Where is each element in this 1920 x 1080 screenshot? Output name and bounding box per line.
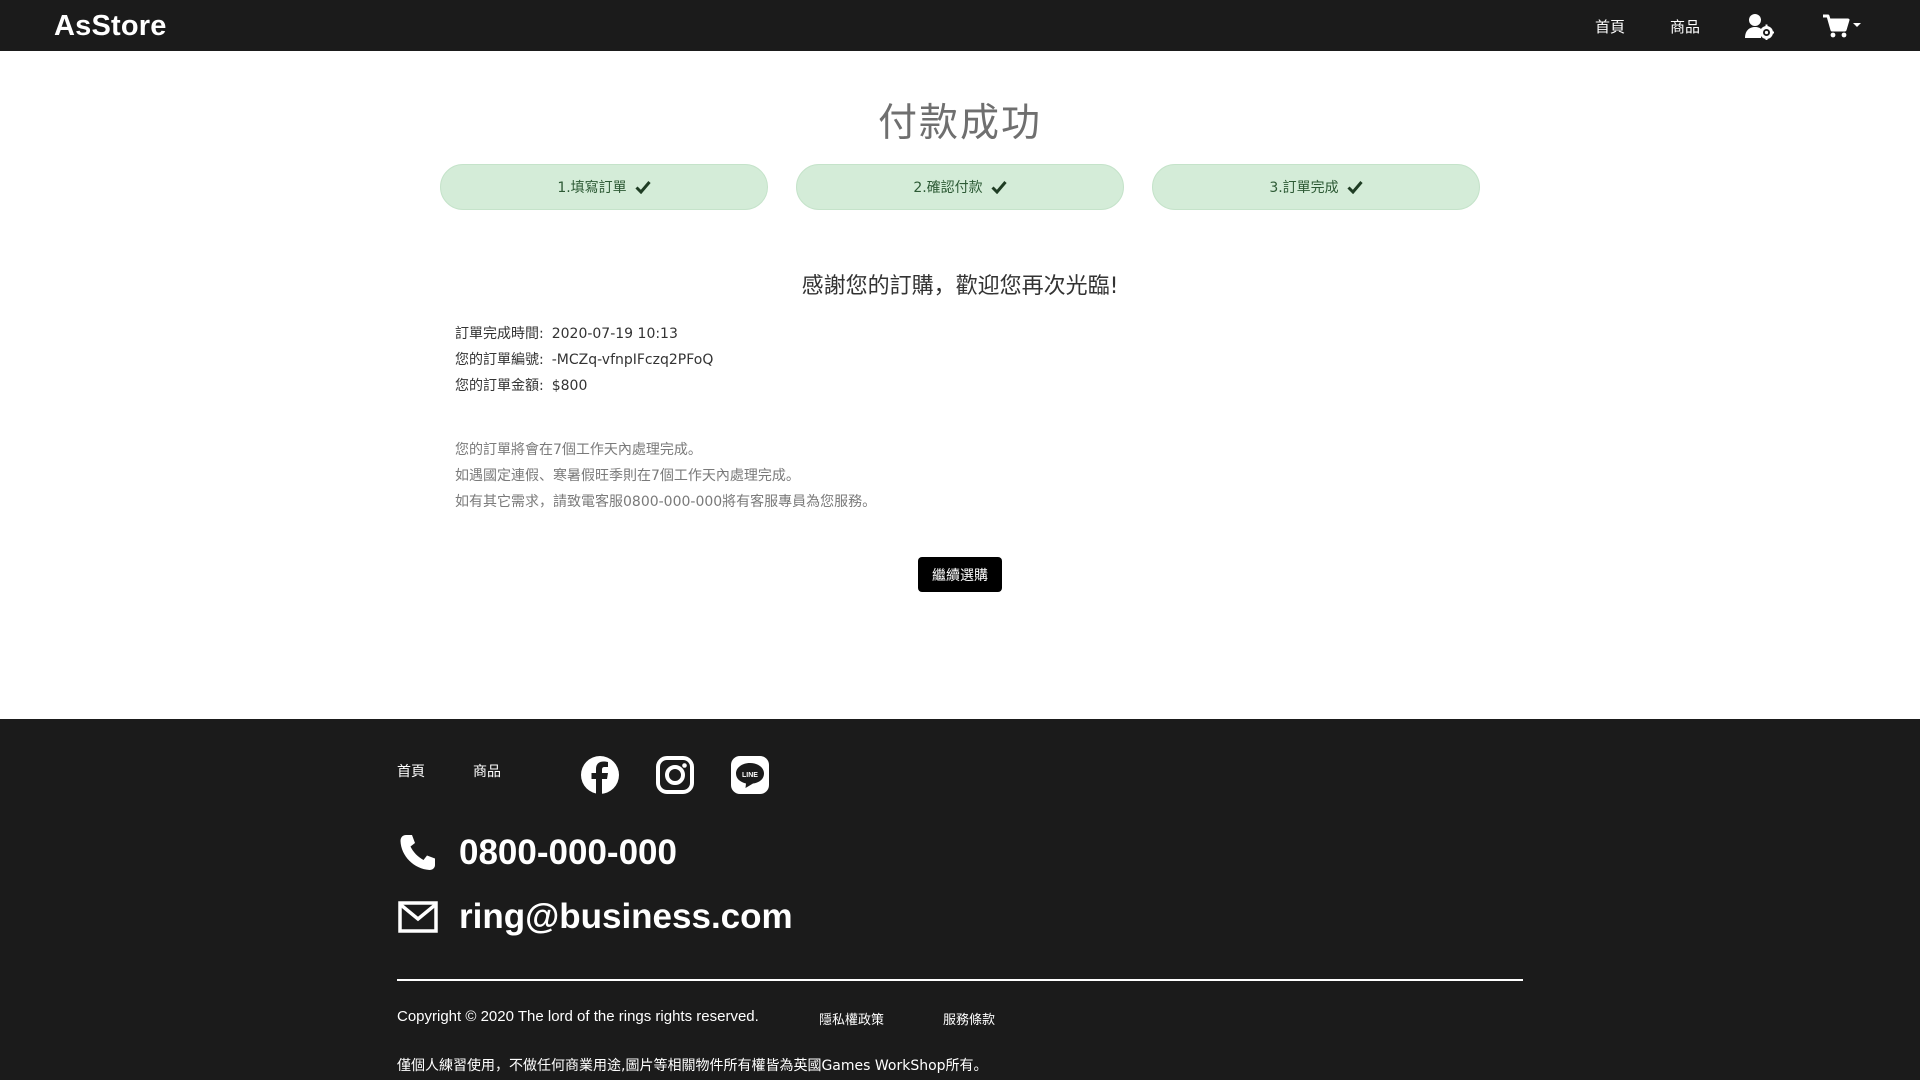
user-gear-icon[interactable]: [1744, 12, 1774, 40]
shopping-cart-icon[interactable]: [1822, 12, 1862, 40]
order-time-label: 訂單完成時間:: [455, 326, 544, 342]
email-contact: ring@business.com: [397, 896, 793, 938]
page-title: 付款成功: [877, 101, 1042, 146]
order-info: 訂單完成時間: 2020-07-19 10:13 您的訂單編號: -MCZq-v…: [455, 321, 713, 399]
footer-divider: [397, 979, 1523, 981]
thanks-message: 感謝您的訂購，歡迎您再次光臨!: [801, 274, 1119, 299]
order-amount-value: $800: [551, 378, 588, 394]
step-order-complete: 3.訂單完成: [1152, 164, 1480, 210]
phone-contact: 0800-000-000: [397, 832, 677, 874]
top-navbar: AsStore 首頁 商品: [0, 0, 1920, 51]
footer-products-link[interactable]: 商品: [473, 761, 501, 781]
facebook-icon[interactable]: [580, 755, 620, 795]
order-time-value: 2020-07-19 10:13: [551, 326, 678, 342]
note-line: 如遇國定連假、寒暑假旺季則在7個工作天內處理完成。: [455, 468, 800, 484]
step-fill-order: 1.填寫訂單: [440, 164, 768, 210]
order-id-value: -MCZq-vfnpIFczq2PFoQ: [551, 352, 714, 368]
disclaimer-text: 僅個人練習使用，不做任何商業用途,圖片等相關物件所有權皆為英國Games Wor…: [397, 1058, 988, 1074]
nav-home-link[interactable]: 首頁: [1595, 16, 1625, 37]
order-id-row: 您的訂單編號: -MCZq-vfnpIFczq2PFoQ: [455, 347, 713, 373]
line-icon[interactable]: LINE: [730, 755, 770, 795]
order-notes: 您的訂單將會在7個工作天內處理完成。 如遇國定連假、寒暑假旺季則在7個工作天內處…: [455, 437, 876, 515]
footer: 首頁 商品 LINE 0800-000-000 ring@business.co…: [0, 719, 1920, 1080]
order-id-label: 您的訂單編號:: [455, 352, 544, 368]
nav-products-link[interactable]: 商品: [1670, 16, 1700, 37]
step-label: 2.確認付款: [913, 180, 983, 196]
checkmark-icon: [635, 181, 651, 194]
step-confirm-payment: 2.確認付款: [796, 164, 1124, 210]
continue-shopping-button[interactable]: 繼續選購: [918, 557, 1002, 592]
svg-text:LINE: LINE: [742, 772, 758, 779]
mail-icon: [398, 901, 438, 933]
step-label: 1.填寫訂單: [557, 180, 627, 196]
copyright-text: Copyright © 2020 The lord of the rings r…: [397, 1008, 759, 1025]
instagram-icon[interactable]: [655, 755, 695, 795]
step-label: 3.訂單完成: [1269, 180, 1339, 196]
terms-of-service-link[interactable]: 服務條款: [943, 1009, 995, 1028]
phone-number[interactable]: 0800-000-000: [459, 833, 677, 873]
phone-icon: [400, 835, 435, 870]
checkmark-icon: [991, 181, 1007, 194]
email-address[interactable]: ring@business.com: [459, 897, 793, 937]
checkmark-icon: [1347, 181, 1363, 194]
privacy-policy-link[interactable]: 隱私權政策: [819, 1009, 884, 1028]
brand-logo[interactable]: AsStore: [54, 10, 167, 43]
footer-home-link[interactable]: 首頁: [397, 761, 425, 781]
note-line: 您的訂單將會在7個工作天內處理完成。: [455, 442, 702, 458]
order-time-row: 訂單完成時間: 2020-07-19 10:13: [455, 321, 713, 347]
order-amount-row: 您的訂單金額: $800: [455, 373, 713, 399]
note-line: 如有其它需求，請致電客服0800-000-000將有客服專員為您服務。: [455, 494, 877, 510]
order-amount-label: 您的訂單金額:: [455, 378, 544, 394]
